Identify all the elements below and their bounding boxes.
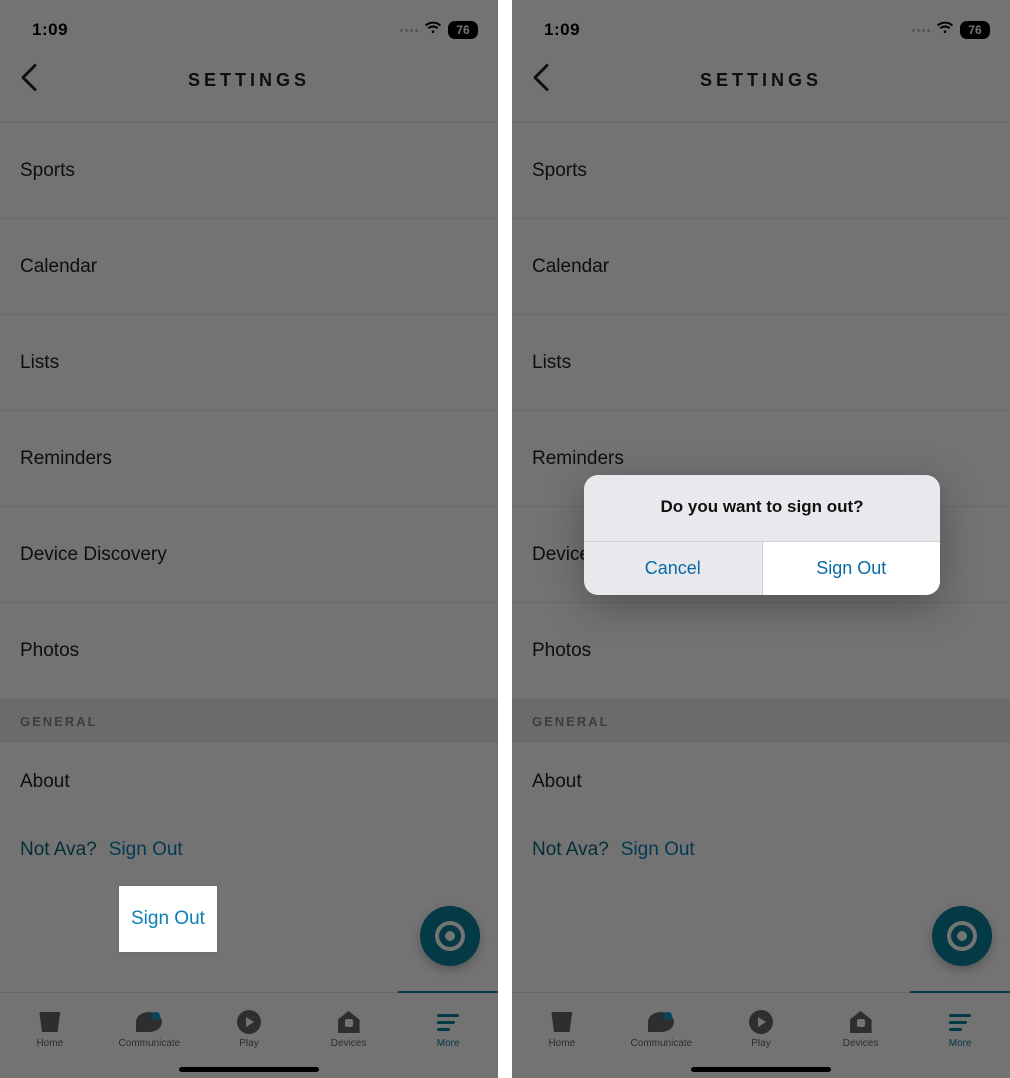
signout-modal: Do you want to sign out? Cancel Sign Out: [584, 475, 940, 595]
modal-title: Do you want to sign out?: [584, 475, 940, 542]
tutorial-overlay: [0, 0, 498, 1078]
modal-buttons: Cancel Sign Out: [584, 542, 940, 595]
signout-confirm-button[interactable]: Sign Out: [763, 542, 941, 595]
screenshot-right: 1:09 76 SETTINGS Sports Calendar Lists R…: [512, 0, 1010, 1078]
screenshot-left: 1:09 76 SETTINGS Sports Calendar Lists R…: [0, 0, 498, 1078]
cancel-button[interactable]: Cancel: [584, 542, 763, 595]
highlight-signout-link[interactable]: Sign Out: [119, 886, 217, 952]
